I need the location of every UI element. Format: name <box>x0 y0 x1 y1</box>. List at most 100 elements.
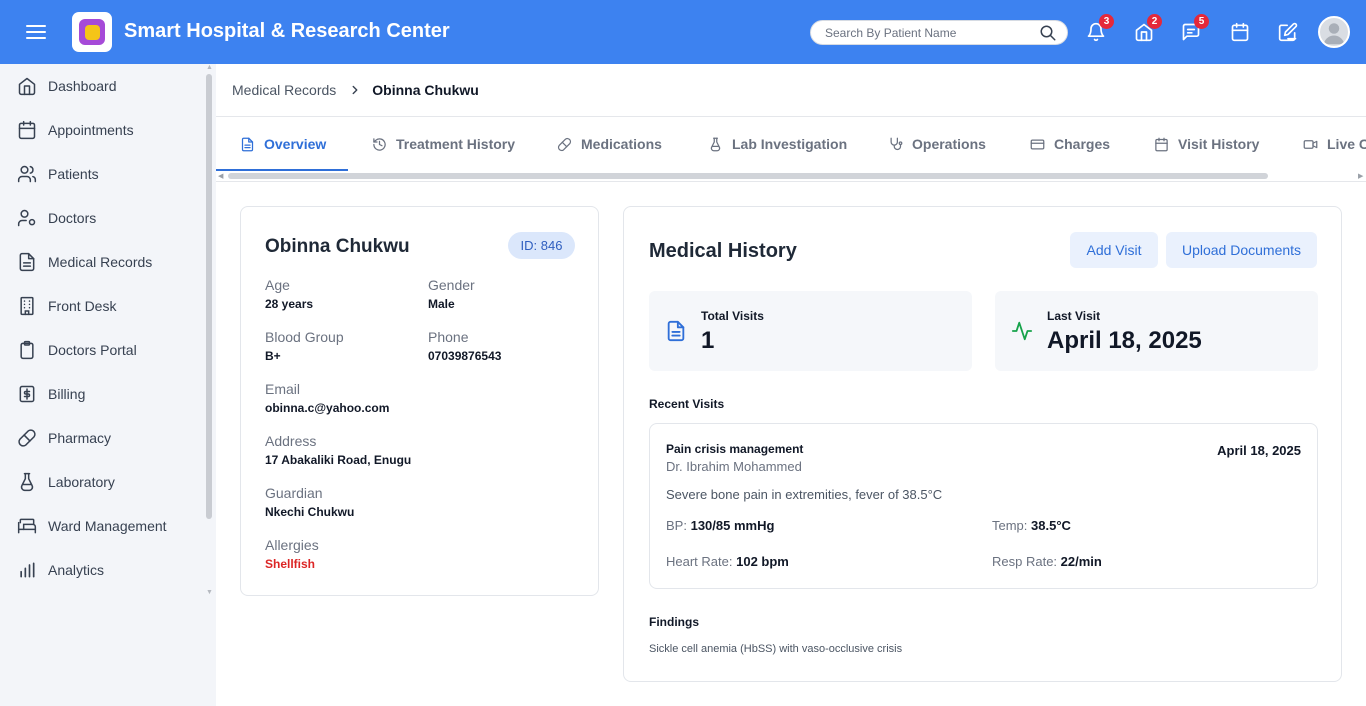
sidebar-item-doctors-portal[interactable]: Doctors Portal <box>0 330 200 370</box>
main-content: Medical Records Obinna Chukwu Overview T… <box>216 64 1366 706</box>
last-visit-label: Last Visit <box>1047 309 1101 323</box>
sidebar-item-label: Appointments <box>48 122 134 138</box>
sidebar-item-pharmacy[interactable]: Pharmacy <box>0 418 200 458</box>
home-icon <box>18 77 36 96</box>
sidebar-item-label: Laboratory <box>48 474 115 490</box>
age-label: Age <box>265 277 290 293</box>
blood-group-label: Blood Group <box>265 329 344 345</box>
dollar-icon <box>19 385 35 403</box>
address-field: Address 17 Abakaliki Road, Enugu <box>265 433 411 467</box>
tabs-scrollbar[interactable] <box>228 173 1268 179</box>
tab-label: Medications <box>581 136 662 152</box>
tab-label: Treatment History <box>396 136 516 152</box>
recent-visits-label: Recent Visits <box>649 397 725 411</box>
visit-description: Severe bone pain in extremities, fever o… <box>666 487 943 502</box>
user-gear-icon <box>17 209 36 227</box>
vital-bp: BP: 130/85 mmHg <box>666 518 774 533</box>
video-icon <box>1303 139 1318 149</box>
sidebar-item-doctors[interactable]: Doctors <box>0 198 200 238</box>
chart-icon <box>20 562 35 578</box>
tabs-scroll-right-icon[interactable]: ▶ <box>1358 172 1363 180</box>
stethoscope-icon <box>890 137 903 150</box>
sidebar-item-ward-management[interactable]: Ward Management <box>0 506 200 546</box>
phone-value: 07039876543 <box>428 349 502 363</box>
edit-button[interactable] <box>1278 22 1298 42</box>
phone-label: Phone <box>428 329 469 345</box>
sidebar-item-label: Analytics <box>48 562 105 578</box>
visit-reason: Pain crisis management <box>666 442 804 456</box>
messages-badge: 5 <box>1194 14 1209 29</box>
home-button[interactable]: 2 <box>1134 14 1162 42</box>
sidebar-item-label: Doctors Portal <box>48 342 137 358</box>
clipboard-icon <box>20 340 34 360</box>
tab-visit-history[interactable]: Visit History <box>1154 117 1259 171</box>
search-box[interactable] <box>810 20 1068 45</box>
sidebar-scrollbar[interactable] <box>206 74 212 519</box>
breadcrumb-parent-link[interactable]: Medical Records <box>232 82 336 98</box>
calendar-button[interactable] <box>1230 22 1250 42</box>
breadcrumb: Medical Records Obinna Chukwu <box>232 82 479 98</box>
calendar-icon <box>1155 137 1168 151</box>
tab-label: Lab Investigation <box>732 136 848 152</box>
sidebar-item-label: Ward Management <box>48 518 167 534</box>
sidebar-scroll-up-icon[interactable]: ▲ <box>206 64 213 71</box>
email-value: obinna.c@yahoo.com <box>265 401 390 415</box>
tab-live-consultation[interactable]: Live Co <box>1303 117 1366 171</box>
vital-bp-label: BP: <box>666 518 687 533</box>
vital-temp-value: 38.5°C <box>1031 518 1071 533</box>
email-field: Email obinna.c@yahoo.com <box>265 381 389 415</box>
last-visit-stat: Last Visit April 18, 2025 <box>995 291 1318 371</box>
sidebar-scroll-down-icon[interactable]: ▼ <box>206 589 213 596</box>
divider <box>216 181 1366 182</box>
allergies-label: Allergies <box>265 537 319 553</box>
tab-operations[interactable]: Operations <box>888 117 986 171</box>
tabs-scroll-left-icon[interactable]: ◀ <box>218 172 223 180</box>
calendar-icon <box>18 120 36 140</box>
address-value: 17 Abakaliki Road, Enugu <box>265 453 412 467</box>
tab-lab-investigation[interactable]: Lab Investigation <box>708 117 847 171</box>
active-tab-indicator <box>216 169 348 171</box>
sidebar-item-label: Doctors <box>48 210 97 226</box>
allergies-value: Shellfish <box>265 557 316 571</box>
sidebar-item-laboratory[interactable]: Laboratory <box>0 462 200 502</box>
messages-button[interactable]: 5 <box>1181 14 1209 42</box>
building-icon <box>20 296 34 316</box>
bed-icon <box>17 518 37 534</box>
search-input[interactable] <box>825 24 1035 42</box>
vital-temp: Temp: 38.5°C <box>992 518 1071 533</box>
sidebar-item-billing[interactable]: Billing <box>0 374 200 414</box>
sidebar-item-medical-records[interactable]: Medical Records <box>0 242 200 282</box>
total-visits-value: 1 <box>701 327 715 354</box>
blood-group-field: Blood Group B+ <box>265 329 344 363</box>
sidebar-item-label: Patients <box>48 166 99 182</box>
hamburger-menu-icon[interactable] <box>24 20 48 44</box>
gender-field: Gender Male <box>428 277 475 311</box>
sidebar-item-appointments[interactable]: Appointments <box>0 110 200 150</box>
user-avatar[interactable] <box>1318 16 1350 48</box>
tab-medications[interactable]: Medications <box>557 117 662 171</box>
vital-rr-label: Resp Rate: <box>992 554 1058 569</box>
sidebar-item-analytics[interactable]: Analytics <box>0 550 200 590</box>
vital-bp-value: 130/85 mmHg <box>690 518 775 533</box>
add-visit-button[interactable]: Add Visit <box>1070 232 1158 268</box>
upload-documents-button[interactable]: Upload Documents <box>1166 232 1317 268</box>
tab-label: Overview <box>264 136 327 152</box>
edit-icon <box>1278 22 1298 42</box>
sidebar-item-front-desk[interactable]: Front Desk <box>0 286 200 326</box>
tab-bar: Overview Treatment History Medications L… <box>216 117 1366 171</box>
sidebar-item-label: Medical Records <box>48 254 153 270</box>
sidebar-item-dashboard[interactable]: Dashboard <box>0 66 200 106</box>
sidebar: Dashboard Appointments Patients Doctors … <box>0 64 216 706</box>
card-icon <box>1030 139 1045 149</box>
tab-overview[interactable]: Overview <box>240 117 326 171</box>
tab-treatment-history[interactable]: Treatment History <box>372 117 515 171</box>
age-value: 28 years <box>265 297 314 311</box>
findings-text: Sickle cell anemia (HbSS) with vaso-occl… <box>649 643 903 655</box>
sidebar-item-label: Front Desk <box>48 298 117 314</box>
home-badge: 2 <box>1147 14 1162 29</box>
tab-charges[interactable]: Charges <box>1030 117 1110 171</box>
visit-card[interactable]: Pain crisis management Dr. Ibrahim Moham… <box>649 423 1318 589</box>
notifications-button[interactable]: 3 <box>1086 14 1114 42</box>
search-icon[interactable] <box>1039 24 1057 42</box>
sidebar-item-patients[interactable]: Patients <box>0 154 200 194</box>
